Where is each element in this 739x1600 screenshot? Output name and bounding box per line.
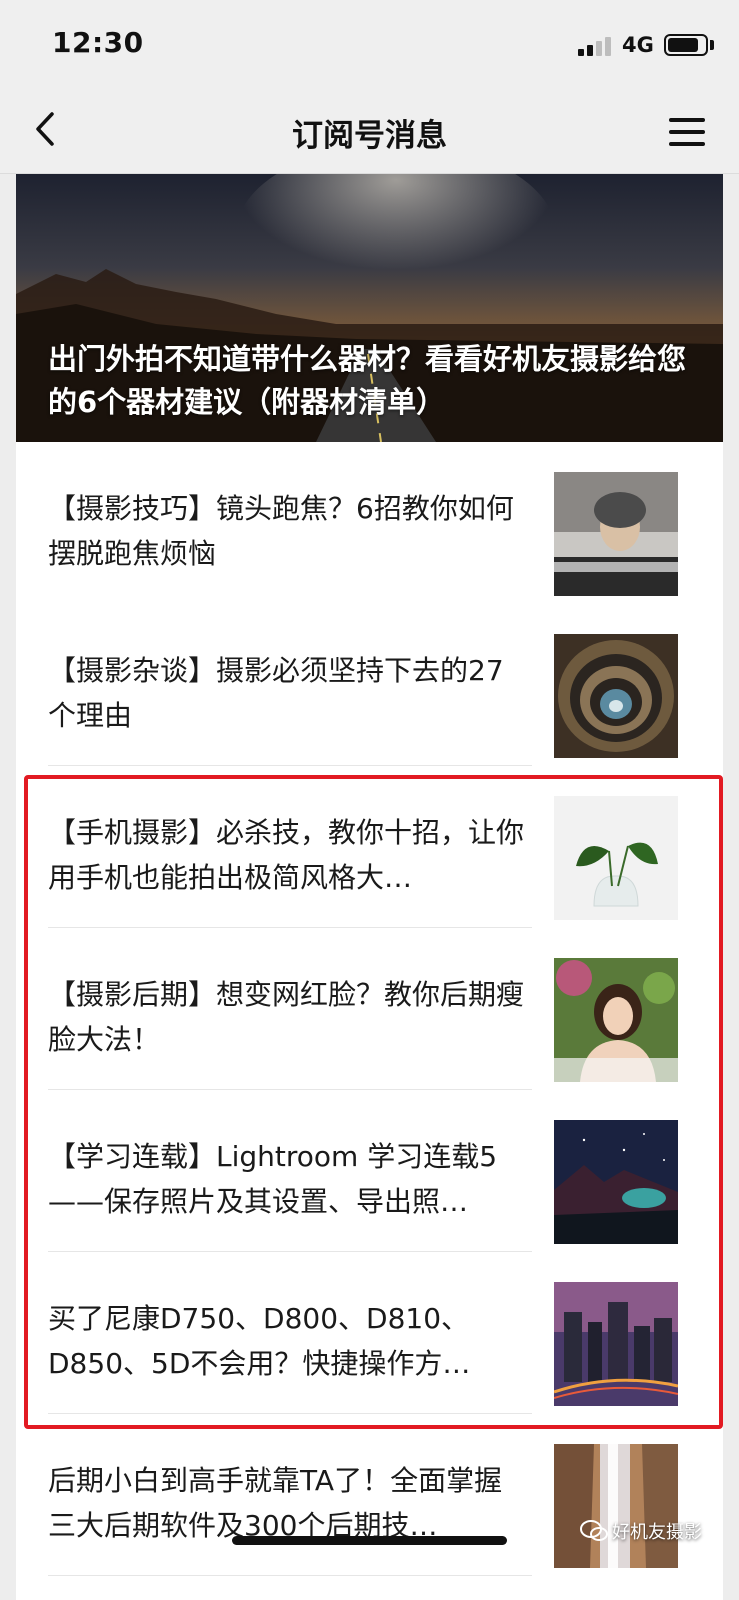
article-title: 【手机摄影】必杀技，教你十招，让你用手机也能拍出极简风格大… (48, 816, 525, 894)
article-item[interactable]: 【摄影杂谈】摄影必须坚持下去的27个理由 (16, 604, 723, 766)
watermark-text: 好机友摄影 (612, 1522, 702, 1543)
signal-icon (578, 36, 614, 56)
page-title: 订阅号消息 (292, 118, 447, 154)
article-title: 【摄影技巧】镜头跑焦？6招教你如何摆脱跑焦烦恼 (48, 492, 514, 570)
article-title: 【摄影杂谈】摄影必须坚持下去的27个理由 (48, 654, 504, 732)
article-item[interactable]: 后期小白到高手就靠TA了！全面掌握三大后期软件及300个后期技… (16, 1414, 723, 1576)
article-item[interactable]: 【学习连载】Lightroom 学习连载5——保存照片及其设置、导出照… (16, 1090, 723, 1252)
watermark: 好机友摄影 (580, 1518, 702, 1544)
divider (48, 1575, 532, 1576)
status-time: 12:30 (52, 26, 144, 59)
article-thumbnail (554, 472, 678, 596)
article-item[interactable]: 【手机摄影】必杀技，教你十招，让你用手机也能拍出极简风格大… (16, 766, 723, 928)
network-type: 4G (622, 33, 654, 57)
battery-icon (664, 34, 708, 56)
article-thumbnail (554, 958, 678, 1082)
cover-article[interactable]: 出门外拍不知道带什么器材？看看好机友摄影给您的6个器材建议（附器材清单） (16, 174, 723, 442)
battery-tip (710, 40, 714, 50)
cover-title: 出门外拍不知道带什么器材？看看好机友摄影给您的6个器材建议（附器材清单） (48, 342, 687, 419)
article-thumbnail (554, 634, 678, 758)
article-thumbnail (554, 1282, 678, 1406)
home-indicator[interactable] (232, 1536, 507, 1545)
status-bar: 12:30 4G (0, 0, 739, 92)
nav-bar: 订阅号消息 (0, 92, 739, 174)
article-item[interactable]: 【摄影技巧】镜头跑焦？6招教你如何摆脱跑焦烦恼 (16, 442, 723, 604)
article-title: 【摄影后期】想变网红脸？教你后期瘦脸大法！ (48, 978, 525, 1056)
message-list: 出门外拍不知道带什么器材？看看好机友摄影给您的6个器材建议（附器材清单） 【摄影… (16, 174, 723, 1600)
article-title: 后期小白到高手就靠TA了！全面掌握三大后期软件及300个后期技… (48, 1464, 503, 1542)
article-title: 【学习连载】Lightroom 学习连载5——保存照片及其设置、导出照… (48, 1140, 498, 1218)
article-title: 买了尼康D750、D800、D810、D850、5D不会用？快捷操作方… (48, 1302, 471, 1380)
article-thumbnail (554, 1120, 678, 1244)
menu-button[interactable] (663, 108, 711, 156)
article-item[interactable]: 买了尼康D750、D800、D810、D850、5D不会用？快捷操作方… (16, 1252, 723, 1414)
article-thumbnail (554, 1444, 678, 1568)
article-thumbnail (554, 796, 678, 920)
wechat-icon (580, 1520, 608, 1541)
hamburger-menu-icon (669, 118, 705, 122)
article-item[interactable]: 【摄影后期】想变网红脸？教你后期瘦脸大法！ (16, 928, 723, 1090)
